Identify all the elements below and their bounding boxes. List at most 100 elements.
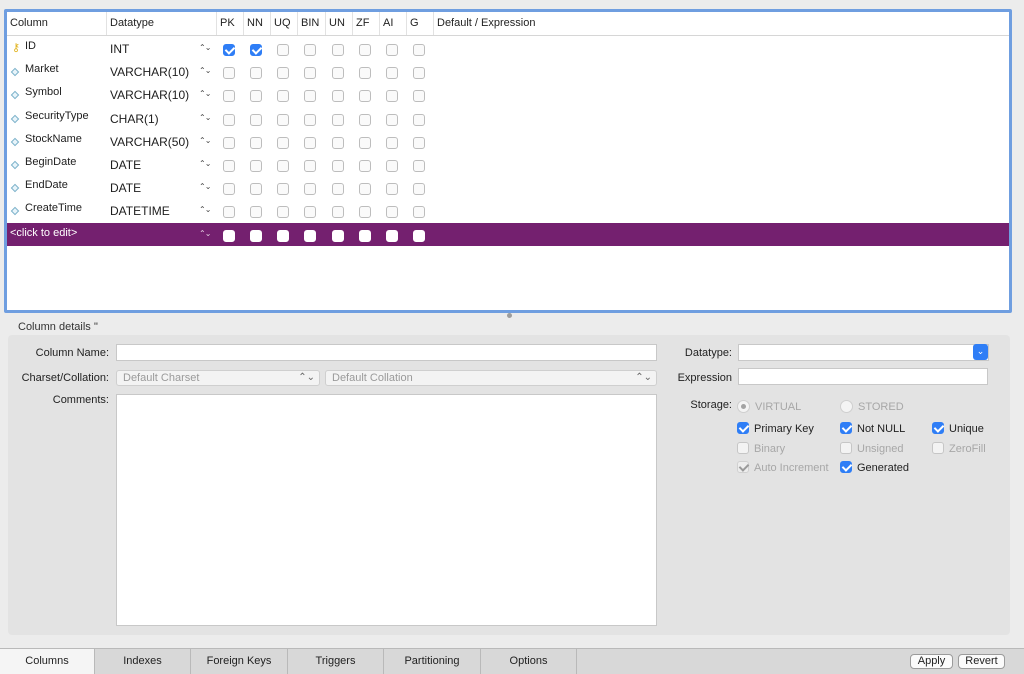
header-bin[interactable]: BIN: [298, 12, 326, 35]
grid-row[interactable]: Market VARCHAR(10) ⌃⌄: [7, 60, 1009, 83]
click-to-edit-label[interactable]: <click to edit>: [10, 227, 77, 239]
datatype-cell[interactable]: VARCHAR(50): [110, 135, 189, 149]
zf-checkbox[interactable]: [359, 206, 371, 219]
g-checkbox[interactable]: [413, 44, 425, 56]
grid-row[interactable]: BeginDate DATE ⌃⌄: [7, 153, 1009, 176]
zf-checkbox[interactable]: [359, 113, 371, 126]
un-checkbox[interactable]: [332, 113, 344, 126]
g-checkbox[interactable]: [413, 113, 425, 126]
column-name-cell[interactable]: Market: [25, 63, 59, 75]
ai-checkbox[interactable]: [386, 183, 398, 196]
binary-checkbox[interactable]: [737, 442, 749, 454]
chevron-down-icon[interactable]: ⌄: [973, 344, 988, 360]
storage-virtual-radio[interactable]: [737, 400, 750, 413]
uq-checkbox[interactable]: [277, 136, 289, 149]
comments-textarea[interactable]: [116, 394, 657, 626]
column-name-cell[interactable]: EndDate: [25, 179, 68, 191]
apply-button[interactable]: Apply: [910, 654, 953, 669]
grid-row[interactable]: Symbol VARCHAR(10) ⌃⌄: [7, 83, 1009, 106]
nn-checkbox[interactable]: [250, 44, 262, 56]
grid-row[interactable]: ⚷ ID INT ⌃⌄: [7, 37, 1009, 60]
generated-checkbox[interactable]: [840, 461, 852, 473]
pk-checkbox[interactable]: [223, 90, 235, 103]
g-checkbox[interactable]: [413, 183, 425, 196]
g-checkbox[interactable]: [413, 90, 425, 103]
nn-checkbox[interactable]: [250, 206, 262, 219]
tab-options[interactable]: Options: [481, 649, 577, 674]
un-checkbox[interactable]: [332, 183, 344, 196]
pk-checkbox[interactable]: [223, 160, 235, 172]
bin-checkbox[interactable]: [304, 183, 316, 196]
pk-checkbox[interactable]: [223, 206, 235, 219]
uq-checkbox[interactable]: [277, 90, 289, 103]
zf-checkbox[interactable]: [359, 229, 371, 242]
un-checkbox[interactable]: [332, 90, 344, 103]
nn-checkbox[interactable]: [250, 183, 262, 196]
columns-grid[interactable]: Column Datatype PK NN UQ BIN UN ZF AI G …: [4, 9, 1012, 313]
datatype-cell[interactable]: INT: [110, 42, 129, 56]
zf-checkbox[interactable]: [359, 90, 371, 103]
header-ai[interactable]: AI: [380, 12, 407, 35]
header-default-expression[interactable]: Default / Expression: [434, 12, 1009, 35]
header-uq[interactable]: UQ: [271, 12, 298, 35]
header-datatype[interactable]: Datatype: [107, 12, 217, 35]
datatype-stepper-icon[interactable]: ⌃⌄: [199, 41, 211, 55]
ai-checkbox[interactable]: [386, 136, 398, 149]
g-checkbox[interactable]: [413, 160, 425, 172]
un-checkbox[interactable]: [332, 160, 344, 172]
uq-checkbox[interactable]: [277, 229, 289, 242]
column-name-cell[interactable]: BeginDate: [25, 156, 76, 168]
zf-checkbox[interactable]: [359, 67, 371, 80]
nn-checkbox[interactable]: [250, 229, 262, 242]
uq-checkbox[interactable]: [277, 183, 289, 196]
bin-checkbox[interactable]: [304, 136, 316, 149]
g-checkbox[interactable]: [413, 136, 425, 149]
datatype-stepper-icon[interactable]: ⌃⌄: [199, 227, 211, 241]
unsigned-checkbox[interactable]: [840, 442, 852, 454]
un-checkbox[interactable]: [332, 44, 344, 56]
ai-checkbox[interactable]: [386, 206, 398, 219]
datatype-cell[interactable]: CHAR(1): [110, 112, 159, 126]
bin-checkbox[interactable]: [304, 90, 316, 103]
ai-checkbox[interactable]: [386, 229, 398, 242]
datatype-stepper-icon[interactable]: ⌃⌄: [199, 134, 211, 148]
nn-checkbox[interactable]: [250, 67, 262, 80]
primary-key-checkbox[interactable]: [737, 422, 749, 434]
datatype-stepper-icon[interactable]: ⌃⌄: [199, 64, 211, 78]
bin-checkbox[interactable]: [304, 44, 316, 56]
pk-checkbox[interactable]: [223, 44, 235, 56]
column-name-input[interactable]: [116, 344, 657, 361]
uq-checkbox[interactable]: [277, 113, 289, 126]
tab-partitioning[interactable]: Partitioning: [384, 649, 481, 674]
nn-checkbox[interactable]: [250, 90, 262, 103]
datatype-combobox[interactable]: ⌄: [738, 344, 989, 361]
bin-checkbox[interactable]: [304, 229, 316, 242]
not-null-checkbox[interactable]: [840, 422, 852, 434]
nn-checkbox[interactable]: [250, 160, 262, 172]
un-checkbox[interactable]: [332, 206, 344, 219]
grid-row[interactable]: EndDate DATE ⌃⌄: [7, 176, 1009, 199]
zf-checkbox[interactable]: [359, 160, 371, 172]
ai-checkbox[interactable]: [386, 90, 398, 103]
zerofill-checkbox[interactable]: [932, 442, 944, 454]
uq-checkbox[interactable]: [277, 67, 289, 80]
auto-increment-checkbox[interactable]: [737, 461, 749, 473]
bin-checkbox[interactable]: [304, 113, 316, 126]
g-checkbox[interactable]: [413, 229, 425, 242]
header-g[interactable]: G: [407, 12, 434, 35]
pk-checkbox[interactable]: [223, 229, 235, 242]
un-checkbox[interactable]: [332, 136, 344, 149]
uq-checkbox[interactable]: [277, 160, 289, 172]
zf-checkbox[interactable]: [359, 44, 371, 56]
revert-button[interactable]: Revert: [958, 654, 1005, 669]
tab-triggers[interactable]: Triggers: [288, 649, 384, 674]
datatype-cell[interactable]: DATE: [110, 158, 141, 172]
header-zf[interactable]: ZF: [353, 12, 380, 35]
pk-checkbox[interactable]: [223, 136, 235, 149]
header-un[interactable]: UN: [326, 12, 353, 35]
tab-indexes[interactable]: Indexes: [95, 649, 191, 674]
grid-row[interactable]: CreateTime DATETIME ⌃⌄: [7, 199, 1009, 222]
tab-columns[interactable]: Columns: [0, 649, 95, 674]
ai-checkbox[interactable]: [386, 113, 398, 126]
ai-checkbox[interactable]: [386, 67, 398, 80]
